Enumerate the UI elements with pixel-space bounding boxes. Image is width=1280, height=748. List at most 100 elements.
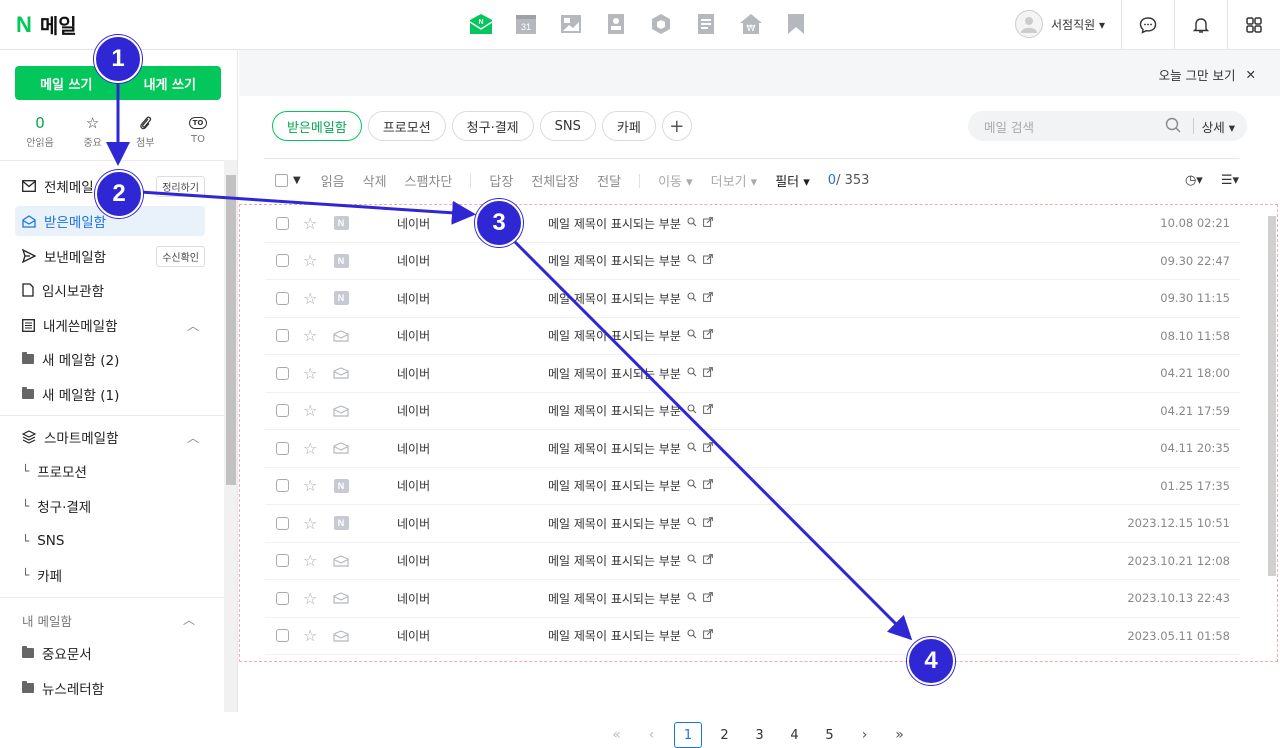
apps-grid-icon[interactable] [1227, 0, 1280, 49]
table-row[interactable]: ☆ 네이버 메일 제목이 표시되는 부분 2023.10.21 12:08 [265, 543, 1240, 580]
list-scroll-thumb[interactable] [1268, 216, 1276, 576]
dismiss-today-link[interactable]: 오늘 그만 보기 [1159, 65, 1236, 84]
page-3[interactable]: 3 [747, 722, 772, 748]
chevron-up-icon[interactable]: ︿ [183, 611, 195, 628]
open-new-window-icon[interactable] [702, 516, 713, 530]
calendar-icon[interactable]: 31 [513, 11, 539, 37]
table-row[interactable]: ☆ 네이버 메일 제목이 표시되는 부분 2023.10.13 22:43 [265, 580, 1240, 618]
row-checkbox[interactable] [276, 291, 289, 305]
mail-status-icon[interactable] [333, 366, 349, 380]
page-1[interactable]: 1 [674, 722, 702, 748]
row-checkbox[interactable] [276, 441, 289, 455]
attachment-filter[interactable]: 첨부 [119, 112, 171, 149]
read-receipt-button[interactable]: 수신확인 [156, 245, 205, 267]
page-2[interactable]: 2 [712, 722, 737, 748]
select-all-checkbox[interactable] [275, 174, 288, 187]
first-page-button[interactable]: « [604, 722, 629, 748]
open-new-window-icon[interactable] [702, 366, 713, 380]
preview-search-icon[interactable] [687, 367, 697, 380]
mail-subject[interactable]: 메일 제목이 표시되는 부분 [548, 440, 713, 457]
star-icon[interactable]: ☆ [303, 326, 321, 345]
mail-subject[interactable]: 메일 제목이 표시되는 부분 [548, 590, 713, 607]
sort-clock-icon[interactable]: ◷▾ [1185, 173, 1203, 188]
tab-sns[interactable]: SNS [539, 111, 596, 141]
mail-sender[interactable]: 네이버 [397, 627, 430, 644]
mail-subject[interactable]: 메일 제목이 표시되는 부분 [548, 402, 713, 419]
box-icon[interactable] [648, 11, 674, 37]
open-new-window-icon[interactable] [702, 404, 713, 417]
to-filter[interactable]: TO TO [172, 112, 224, 149]
preview-search-icon[interactable] [687, 554, 697, 567]
star-icon[interactable]: ☆ [303, 401, 321, 420]
open-new-window-icon[interactable] [702, 479, 713, 492]
select-dropdown-icon[interactable]: ▼ [293, 175, 301, 186]
row-checkbox[interactable] [276, 254, 289, 268]
pay-icon[interactable]: ₩ [738, 11, 764, 37]
row-checkbox[interactable] [276, 366, 289, 380]
photo-icon[interactable] [558, 11, 584, 37]
star-icon[interactable]: ☆ [303, 589, 321, 608]
open-new-window-icon[interactable] [702, 254, 713, 267]
sidebar-item-smart-mail[interactable]: 스마트메일함 ︿ [15, 422, 205, 452]
star-icon[interactable]: ☆ [303, 251, 321, 270]
mail-status-icon[interactable]: N [333, 291, 349, 306]
mail-status-icon[interactable]: N [333, 216, 349, 231]
sidebar-scroll-thumb[interactable] [226, 175, 236, 485]
table-row[interactable]: ☆ N 네이버 메일 제목이 표시되는 부분 2023.12.15 10:51 [265, 505, 1240, 543]
mail-sender[interactable]: 네이버 [397, 590, 430, 607]
delete-button[interactable]: 삭제 [363, 171, 387, 190]
mail-status-icon[interactable]: N [333, 516, 349, 531]
search-input[interactable]: 메일 검색 [984, 117, 1165, 136]
more-button[interactable]: 더보기 ▾ [711, 171, 758, 190]
open-new-window-icon[interactable] [702, 629, 713, 642]
mail-sender[interactable]: 네이버 [397, 365, 430, 382]
table-row[interactable]: ☆ 네이버 메일 제목이 표시되는 부분 04.21 17:59 [265, 393, 1240, 430]
mail-sender[interactable]: 네이버 [397, 252, 430, 269]
mail-sender[interactable]: 네이버 [397, 477, 430, 494]
mail-subject[interactable]: 메일 제목이 표시되는 부분 [548, 327, 713, 344]
preview-search-icon[interactable] [687, 329, 697, 342]
preview-search-icon[interactable] [687, 517, 697, 530]
filter-button[interactable]: 필터 ▾ [775, 171, 810, 190]
sidebar-item-cafe[interactable]: └ 카페 [15, 560, 205, 590]
mail-subject-text[interactable]: 메일 제목이 표시되는 부분 [548, 590, 681, 607]
star-icon[interactable]: ☆ [303, 626, 321, 645]
memo-icon[interactable] [693, 11, 719, 37]
sidebar-item-sent[interactable]: 보낸메일함 수신확인 [15, 241, 205, 271]
view-options-icon[interactable]: ☰▾ [1221, 173, 1239, 188]
list-scrollbar[interactable] [1266, 204, 1278, 662]
sidebar-item-drafts[interactable]: 임시보관함 [15, 275, 205, 305]
row-checkbox[interactable] [276, 329, 289, 343]
mail-status-icon[interactable]: N [333, 478, 349, 493]
user-profile[interactable]: 서점직원 ▾ [1015, 10, 1105, 38]
preview-search-icon[interactable] [687, 254, 697, 267]
mail-subject[interactable]: 메일 제목이 표시되는 부분 [548, 365, 713, 382]
tab-cafe[interactable]: 카페 [601, 111, 656, 141]
mail-status-icon[interactable] [333, 591, 349, 605]
table-row[interactable]: ☆ 네이버 메일 제목이 표시되는 부분 2023.05.11 01:58 [265, 618, 1240, 655]
contacts-icon[interactable] [603, 11, 629, 37]
reply-all-button[interactable]: 전체답장 [531, 171, 579, 190]
page-5[interactable]: 5 [817, 722, 842, 748]
last-page-button[interactable]: » [887, 722, 912, 748]
mail-sender[interactable]: 네이버 [397, 215, 430, 232]
table-row[interactable]: ☆ N 네이버 메일 제목이 표시되는 부분 09.30 11:15 [265, 280, 1240, 318]
mail-status-icon[interactable]: N [333, 253, 349, 268]
table-row[interactable]: ☆ N 네이버 메일 제목이 표시되는 부분 09.30 22:47 [265, 243, 1240, 280]
mail-sender[interactable]: 네이버 [397, 290, 430, 307]
mail-subject[interactable]: 메일 제목이 표시되는 부분 [548, 290, 713, 307]
mail-sender[interactable]: 네이버 [397, 515, 430, 532]
mail-sender[interactable]: 네이버 [397, 402, 430, 419]
mail-subject-text[interactable]: 메일 제목이 표시되는 부분 [548, 627, 681, 644]
row-checkbox[interactable] [276, 216, 289, 230]
bookmark-icon[interactable] [783, 11, 809, 37]
chevron-up-icon[interactable]: ︿ [187, 429, 199, 446]
table-row[interactable]: ☆ 네이버 메일 제목이 표시되는 부분 04.21 18:00 [265, 355, 1240, 393]
sidebar-item-new-folder-1[interactable]: 새 메일함 (1) [15, 379, 205, 409]
mail-subject-text[interactable]: 메일 제목이 표시되는 부분 [548, 252, 681, 269]
spam-block-button[interactable]: 스팸차단 [405, 171, 453, 190]
bell-icon[interactable] [1174, 0, 1227, 49]
sidebar-item-new-folder-2[interactable]: 새 메일함 (2) [15, 344, 205, 374]
preview-search-icon[interactable] [687, 404, 697, 417]
open-new-window-icon[interactable] [702, 216, 713, 230]
